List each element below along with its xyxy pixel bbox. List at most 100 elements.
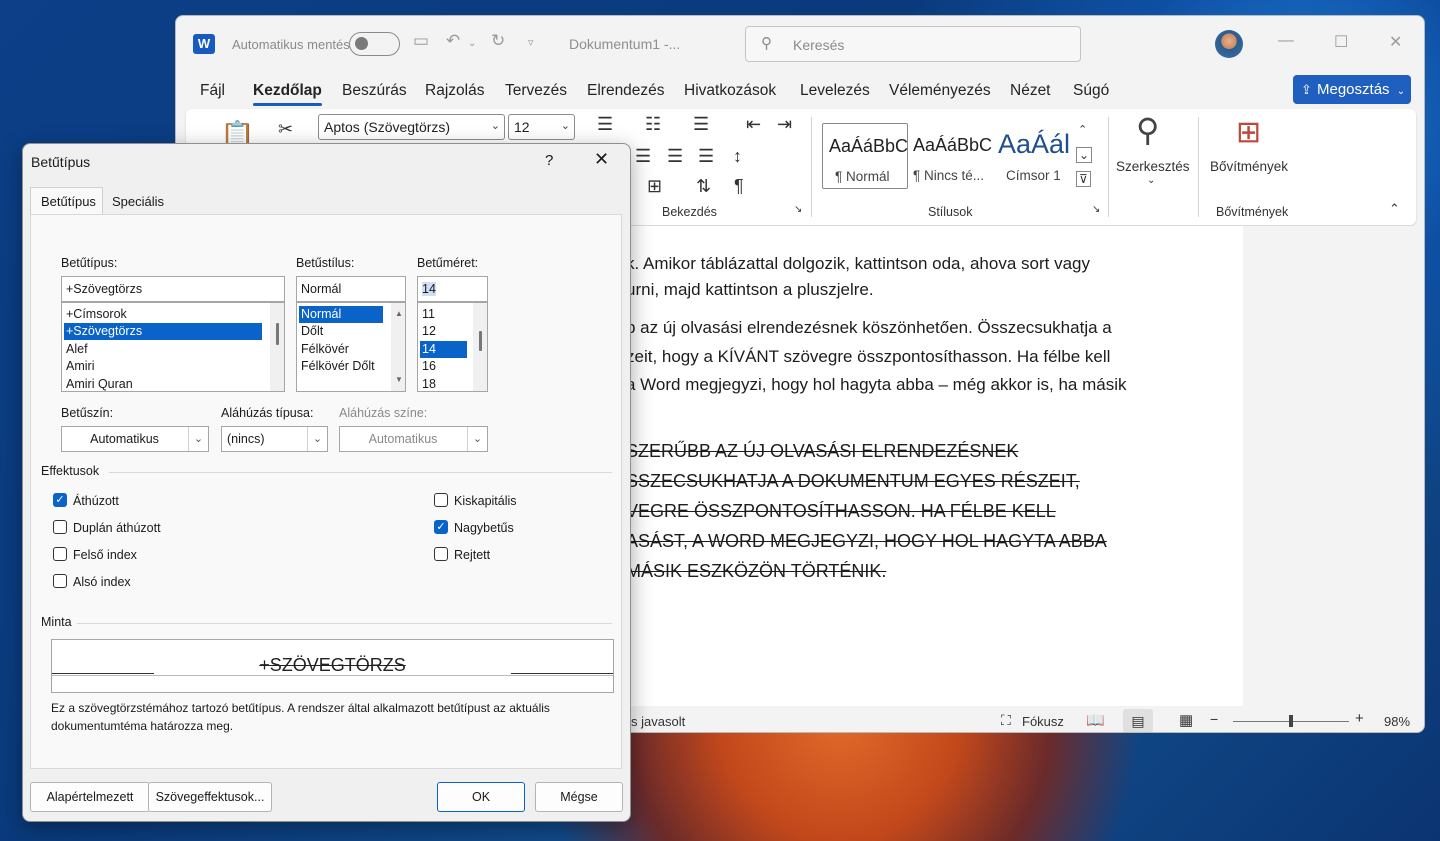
status-suggestions[interactable]: s javasolt bbox=[631, 714, 685, 729]
font-color-select[interactable]: Automatikus ⌄ bbox=[61, 426, 209, 452]
tab-draw[interactable]: Rajzolás bbox=[425, 82, 484, 100]
scrollbar[interactable] bbox=[473, 303, 487, 391]
autosave-toggle[interactable] bbox=[349, 32, 400, 56]
print-layout-icon[interactable]: ▤ bbox=[1123, 709, 1153, 732]
font-name-input[interactable]: +Szövegtörzs bbox=[61, 276, 285, 302]
styles-more-icon[interactable]: ⊽ bbox=[1076, 171, 1091, 187]
list-item[interactable]: 11 bbox=[420, 306, 467, 323]
hidden-label[interactable]: Rejtett bbox=[454, 548, 490, 562]
strikethrough-checkbox[interactable]: ✓ bbox=[53, 493, 67, 507]
tab-insert[interactable]: Beszúrás bbox=[342, 82, 407, 100]
list-item[interactable]: +Szövegtörzs bbox=[64, 323, 262, 340]
justify-icon[interactable]: ☰ bbox=[698, 146, 714, 167]
small-caps-label[interactable]: Kiskapitális bbox=[454, 494, 517, 508]
font-size-select[interactable]: 12 ⌄ bbox=[508, 114, 575, 140]
undo-dropdown-icon[interactable]: ⌄ bbox=[468, 38, 476, 49]
undo-icon[interactable]: ↶ bbox=[446, 31, 460, 51]
customize-toolbar-icon[interactable]: ▿ bbox=[528, 36, 534, 49]
list-item[interactable]: Alef bbox=[64, 341, 262, 358]
small-caps-checkbox[interactable] bbox=[434, 493, 448, 507]
save-icon[interactable]: ▭ bbox=[413, 31, 429, 51]
tab-file[interactable]: Fájl bbox=[200, 82, 225, 100]
addins-icon[interactable]: ⊞ bbox=[1236, 115, 1261, 150]
dialog-launcher-icon[interactable]: ↘ bbox=[1092, 204, 1100, 215]
styles-scroll-up-icon[interactable]: ⌃ bbox=[1078, 123, 1087, 136]
scroll-down-icon[interactable]: ▼ bbox=[395, 375, 403, 384]
list-item[interactable]: Amiri bbox=[64, 358, 262, 375]
bullets-icon[interactable]: ☰ bbox=[597, 114, 613, 135]
double-strikethrough-label[interactable]: Duplán áthúzott bbox=[73, 521, 161, 535]
list-item[interactable]: 16 bbox=[420, 358, 467, 375]
align-center-icon[interactable]: ☰ bbox=[635, 146, 651, 167]
zoom-slider[interactable] bbox=[1233, 715, 1349, 727]
maximize-icon[interactable]: ☐ bbox=[1334, 32, 1348, 52]
font-style-input[interactable]: Normál bbox=[296, 276, 406, 302]
strikethrough-label[interactable]: Áthúzott bbox=[73, 494, 119, 508]
zoom-out-icon[interactable]: − bbox=[1210, 711, 1218, 727]
ok-button[interactable]: OK bbox=[437, 782, 525, 812]
subscript-checkbox[interactable] bbox=[53, 574, 67, 588]
list-item[interactable]: Amiri Quran bbox=[64, 376, 262, 391]
list-item[interactable]: Dőlt bbox=[299, 323, 383, 340]
close-icon[interactable]: ✕ bbox=[594, 149, 609, 170]
style-no-spacing[interactable]: AaÁáBbC ¶ Nincs té... bbox=[907, 123, 993, 189]
tab-layout[interactable]: Elrendezés bbox=[587, 82, 665, 100]
scroll-up-icon[interactable]: ▲ bbox=[395, 309, 403, 318]
numbering-icon[interactable]: ☷ bbox=[645, 114, 661, 135]
editing-label[interactable]: Szerkesztés bbox=[1116, 159, 1190, 174]
list-item[interactable]: 14 bbox=[420, 341, 467, 358]
focus-label[interactable]: Fókusz bbox=[1022, 714, 1064, 729]
font-style-list[interactable]: Normál Dőlt Félkövér Félkövér Dőlt ▲ ▼ bbox=[296, 302, 406, 392]
subscript-label[interactable]: Alsó index bbox=[73, 575, 131, 589]
list-item[interactable]: 12 bbox=[420, 323, 467, 340]
tab-review[interactable]: Véleményezés bbox=[889, 82, 991, 100]
tab-font[interactable]: Betűtípus bbox=[30, 187, 103, 214]
tab-view[interactable]: Nézet bbox=[1010, 82, 1051, 100]
tab-mailings[interactable]: Levelezés bbox=[800, 82, 870, 100]
list-item[interactable]: 18 bbox=[420, 376, 467, 391]
all-caps-label[interactable]: Nagybetűs bbox=[454, 521, 514, 535]
tab-references[interactable]: Hivatkozások bbox=[684, 82, 776, 100]
line-spacing-icon[interactable]: ↕ bbox=[733, 146, 742, 167]
paragraph-marks-icon[interactable]: ¶ bbox=[734, 176, 744, 197]
close-icon[interactable]: ✕ bbox=[1389, 32, 1402, 52]
hidden-checkbox[interactable] bbox=[434, 547, 448, 561]
list-item[interactable]: Félkövér bbox=[299, 341, 383, 358]
cancel-button[interactable]: Mégse bbox=[535, 782, 623, 812]
style-normal[interactable]: AaÁáBbC ¶ Normál bbox=[822, 123, 908, 189]
set-default-button[interactable]: Alapértelmezett bbox=[30, 782, 150, 812]
tab-design[interactable]: Tervezés bbox=[505, 82, 567, 100]
styles-scroll-down-icon[interactable]: ⌄ bbox=[1076, 147, 1093, 163]
increase-indent-icon[interactable]: ⇥ bbox=[777, 114, 792, 135]
tab-help[interactable]: Súgó bbox=[1073, 82, 1109, 100]
focus-icon[interactable]: ⛶ bbox=[1001, 712, 1011, 729]
search-icon[interactable]: ⚲ bbox=[1136, 111, 1159, 149]
help-icon[interactable]: ? bbox=[545, 152, 553, 169]
align-right-icon[interactable]: ☰ bbox=[667, 146, 683, 167]
scrollbar[interactable] bbox=[270, 303, 284, 391]
minimize-icon[interactable]: — bbox=[1278, 32, 1294, 50]
decrease-indent-icon[interactable]: ⇤ bbox=[746, 114, 761, 135]
avatar[interactable] bbox=[1215, 30, 1243, 58]
web-layout-icon[interactable]: ▦ bbox=[1179, 711, 1193, 729]
share-button[interactable]: ⇪ Megosztás ⌄ bbox=[1293, 75, 1411, 104]
collapse-ribbon-icon[interactable]: ⌃ bbox=[1389, 201, 1400, 217]
zoom-level[interactable]: 98% bbox=[1384, 714, 1410, 729]
list-item[interactable]: Félkövér Dőlt bbox=[299, 358, 383, 375]
zoom-in-icon[interactable]: + bbox=[1355, 710, 1364, 727]
font-size-list[interactable]: 11 12 14 16 18 bbox=[417, 302, 488, 392]
superscript-checkbox[interactable] bbox=[53, 547, 67, 561]
double-strikethrough-checkbox[interactable] bbox=[53, 520, 67, 534]
multilevel-list-icon[interactable]: ☰ bbox=[693, 114, 709, 135]
zoom-slider-thumb[interactable] bbox=[1289, 715, 1293, 727]
dialog-launcher-icon[interactable]: ↘ bbox=[794, 204, 802, 215]
scrollbar-thumb[interactable] bbox=[479, 331, 482, 351]
sort-icon[interactable]: ⇅ bbox=[696, 176, 711, 197]
redo-icon[interactable]: ↻ bbox=[491, 31, 505, 51]
scrollbar-thumb[interactable] bbox=[276, 323, 279, 345]
read-mode-icon[interactable]: 📖 bbox=[1086, 711, 1105, 729]
font-name-select[interactable]: Aptos (Szövegtörzs) ⌄ bbox=[318, 114, 505, 140]
borders-icon[interactable]: ⊞ bbox=[647, 176, 662, 197]
tab-advanced[interactable]: Speciális bbox=[112, 194, 164, 209]
list-item[interactable]: +Címsorok bbox=[64, 306, 262, 323]
